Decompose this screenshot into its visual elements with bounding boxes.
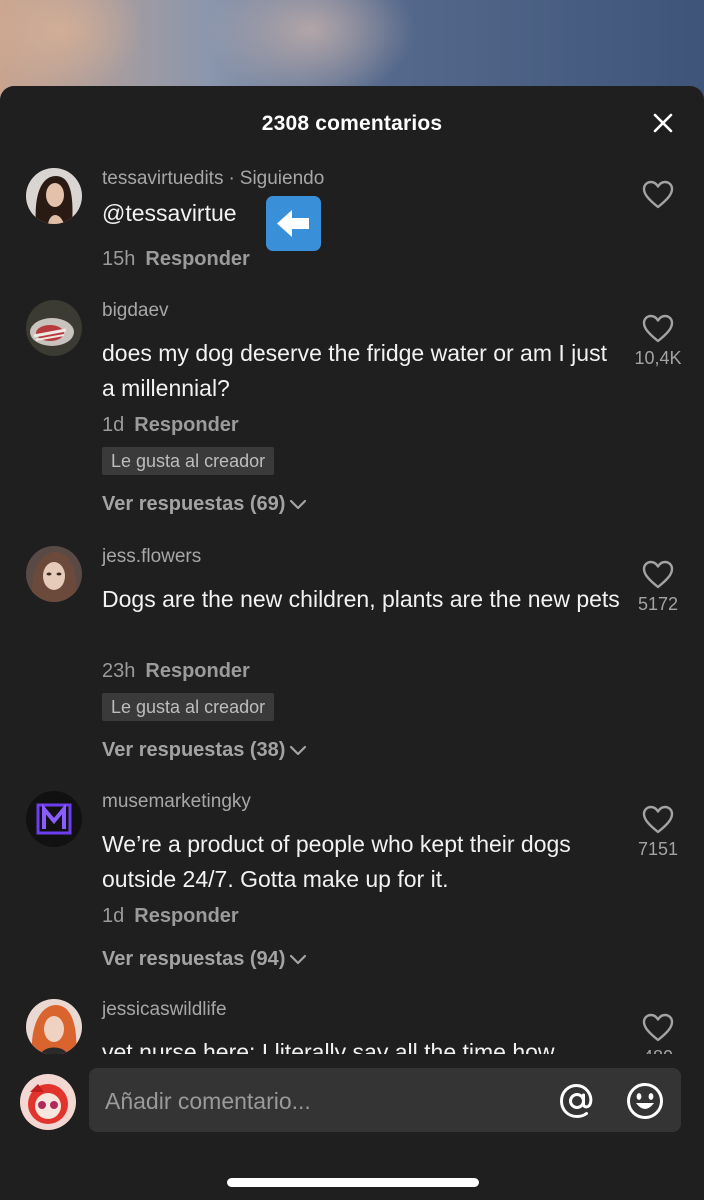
comment-username[interactable]: tessavirtuedits · Siguiendo [102,168,324,190]
heart-icon [642,180,674,209]
view-replies-button[interactable]: Ver respuestas (38) [102,739,307,762]
comment-meta: 15h Responder [102,248,250,271]
my-avatar [20,1074,76,1130]
comment-time: 23h [102,660,136,682]
avatar[interactable] [26,300,82,356]
comment-item: musemarketingky We’re a product of peopl… [0,791,704,981]
following-label: Siguiendo [239,168,325,189]
liked-by-creator-badge: Le gusta al creador [102,447,275,475]
avatar[interactable] [26,791,82,847]
like-count: 10,4K [634,348,682,368]
view-replies-button[interactable]: Ver respuestas (94) [102,948,307,971]
chevron-down-icon [290,954,307,964]
like-count: 7151 [637,839,679,859]
comment-text: Dogs are the new children, plants are th… [102,586,620,612]
reply-button[interactable]: Responder [134,905,238,927]
mention-button[interactable] [557,1081,597,1121]
like-count: 480 [630,1047,686,1054]
at-icon [559,1083,593,1119]
comment-text: does my dog deserve the fridge water or … [102,340,607,401]
like-button[interactable]: 7151 [630,805,686,860]
comment-meta: 1d Responder [102,905,239,928]
comment-meta: 1d Responder [102,414,239,437]
avatar[interactable] [26,168,82,224]
comment-username[interactable]: bigdaev [102,300,169,322]
chevron-down-icon [290,745,307,755]
comment-time: 15h [102,248,136,270]
like-button[interactable]: 5172 [630,560,686,615]
home-indicator[interactable] [227,1178,479,1187]
like-button[interactable]: 10,4K [630,314,686,369]
chevron-down-icon [290,499,307,509]
view-replies-button[interactable]: Ver respuestas (69) [102,493,307,516]
reply-button[interactable]: Responder [145,660,249,682]
left-arrow-icon [277,210,309,237]
avatar[interactable] [26,999,82,1054]
avatar[interactable] [26,546,82,602]
comment-composer-bar [0,1054,704,1200]
comment-time: 1d [102,414,125,436]
comment-text: @tessavirtue [102,200,237,226]
comment-item: jessicaswildlife vet nurse here: I liter… [0,999,704,1054]
comment-item: tessavirtuedits · Siguiendo @tessavirtue 1… [0,168,704,278]
heart-icon [642,314,674,343]
emoji-button[interactable] [625,1081,665,1121]
like-button[interactable]: 480 [630,1013,686,1054]
comments-sheet: 2308 comentarios tessavirtuedits · Siguien… [0,86,704,1200]
left-arrow-emoji [266,196,321,251]
comment-item: bigdaev does my dog deserve the fridge w… [0,300,704,520]
like-count: 5172 [637,594,679,614]
comment-text: vet nurse here: I literally say all the … [102,1039,555,1054]
comment-text: We’re a product of people who kept their… [102,831,571,892]
comment-input[interactable] [103,1068,547,1134]
heart-icon [642,560,674,589]
comment-list[interactable]: tessavirtuedits · Siguiendo @tessavirtue 1… [0,86,704,1054]
comment-item: jess.flowers Dogs are the new children, … [0,546,704,766]
reply-button[interactable]: Responder [134,414,238,436]
comment-input-box[interactable] [89,1068,681,1134]
heart-icon [642,805,674,834]
heart-icon [642,1013,674,1042]
comment-time: 1d [102,905,125,927]
comment-meta: 23h Responder [102,660,250,683]
comment-username[interactable]: jess.flowers [102,546,201,568]
comment-username[interactable]: musemarketingky [102,791,251,813]
like-button[interactable] [630,180,686,214]
reply-button[interactable]: Responder [145,248,249,270]
comment-username[interactable]: jessicaswildlife [102,999,227,1021]
liked-by-creator-badge: Le gusta al creador [102,693,275,721]
smiley-icon [627,1083,663,1119]
